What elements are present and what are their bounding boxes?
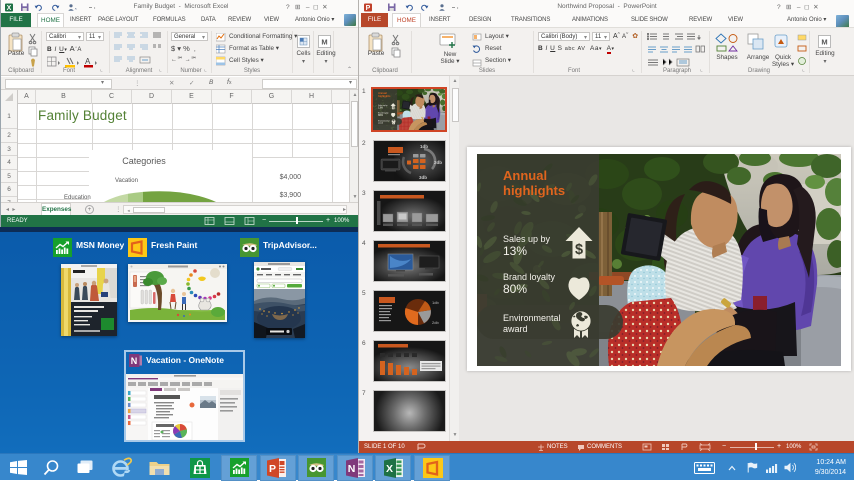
- svg-text:2db: 2db: [432, 320, 439, 325]
- svg-text:Brand loyalty: Brand loyalty: [503, 272, 556, 282]
- svg-text:highlights: highlights: [503, 183, 565, 198]
- svg-text:N: N: [131, 356, 138, 366]
- svg-text:N: N: [348, 463, 356, 475]
- svg-text:P: P: [366, 5, 371, 12]
- svg-text:3db: 3db: [419, 175, 427, 180]
- svg-text:2db: 2db: [434, 160, 442, 165]
- svg-text:1db: 1db: [432, 300, 439, 305]
- svg-text:M: M: [821, 38, 827, 47]
- svg-text:Environmental: Environmental: [503, 313, 561, 323]
- svg-text:X: X: [7, 5, 12, 12]
- svg-text:Sales up by: Sales up by: [503, 234, 551, 244]
- svg-text:award: award: [503, 324, 528, 334]
- svg-text:13%: 13%: [503, 244, 527, 258]
- svg-text:X: X: [386, 463, 393, 475]
- svg-text:A: A: [85, 57, 91, 66]
- svg-text:1db: 1db: [420, 144, 428, 149]
- svg-text:M: M: [321, 38, 327, 47]
- svg-text:$: $: [575, 242, 583, 258]
- svg-text:80%: 80%: [503, 282, 527, 296]
- svg-text:Annual: Annual: [503, 168, 547, 183]
- svg-text:P: P: [269, 463, 276, 475]
